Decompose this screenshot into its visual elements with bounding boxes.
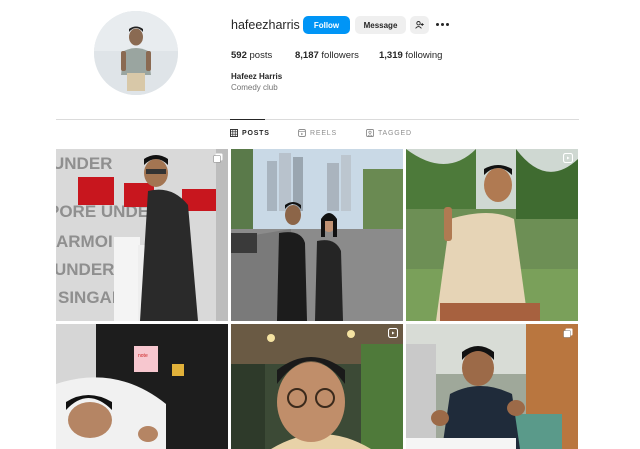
tab-tagged-label: TAGGED: [378, 129, 412, 137]
post-tile[interactable]: note: [56, 324, 228, 449]
post-thumbnail: [406, 324, 578, 449]
reel-icon: [388, 328, 398, 338]
post-tile[interactable]: [406, 324, 578, 449]
tab-reels-label: REELS: [310, 129, 337, 137]
svg-text:UNDER: UNDER: [56, 260, 114, 279]
post-tile[interactable]: [406, 149, 578, 321]
person-add-icon: [415, 21, 424, 29]
profile-username: hafeezharris: [231, 18, 300, 32]
avatar[interactable]: [94, 11, 178, 95]
post-thumbnail: [406, 149, 578, 321]
post-thumbnail: note: [56, 324, 228, 449]
message-button[interactable]: Message: [355, 16, 406, 34]
svg-text:ARMOI: ARMOI: [56, 232, 113, 251]
tab-tagged[interactable]: TAGGED: [366, 129, 412, 137]
follow-button[interactable]: Follow: [303, 16, 350, 34]
posts-count: 592: [231, 50, 247, 61]
following-link[interactable]: 1,319 following: [379, 50, 442, 61]
post-tile[interactable]: [231, 324, 403, 449]
grid-icon: [230, 129, 238, 137]
tab-reels[interactable]: REELS: [298, 129, 337, 137]
profile-full-name: Hafeez Harris: [231, 72, 283, 81]
more-options-button[interactable]: [436, 19, 450, 29]
posts-stat: 592 posts: [231, 50, 272, 61]
post-thumbnail: [231, 324, 403, 449]
tabs-divider: [56, 119, 579, 120]
reels-icon: [298, 129, 306, 137]
suggest-accounts-button[interactable]: [410, 16, 429, 34]
multiple-icon: [213, 153, 223, 163]
post-thumbnail: UNDERPORE UNDE ARMOIUNDER SINGAPORE: [56, 149, 228, 321]
followers-link[interactable]: 8,187 followers: [295, 50, 359, 61]
tab-posts[interactable]: POSTS: [230, 129, 270, 137]
followers-count: 8,187: [295, 50, 319, 61]
svg-text:note: note: [138, 353, 148, 359]
profile-category: Comedy club: [231, 83, 278, 92]
following-count: 1,319: [379, 50, 403, 61]
reel-icon: [563, 153, 573, 163]
active-tab-indicator: [230, 119, 265, 120]
post-thumbnail: [231, 149, 403, 321]
multiple-icon: [563, 328, 573, 338]
svg-text:UNDER: UNDER: [56, 154, 112, 173]
following-label: following: [405, 50, 443, 61]
tab-posts-label: POSTS: [242, 129, 270, 137]
post-tile[interactable]: [231, 149, 403, 321]
posts-label: posts: [249, 50, 273, 61]
followers-label: followers: [321, 50, 359, 61]
more-dots-icon: [436, 22, 439, 26]
post-tile[interactable]: UNDER PORE UNDE ARMOI UNDER SINGAPORE: [56, 149, 228, 321]
tag-icon: [366, 129, 374, 137]
